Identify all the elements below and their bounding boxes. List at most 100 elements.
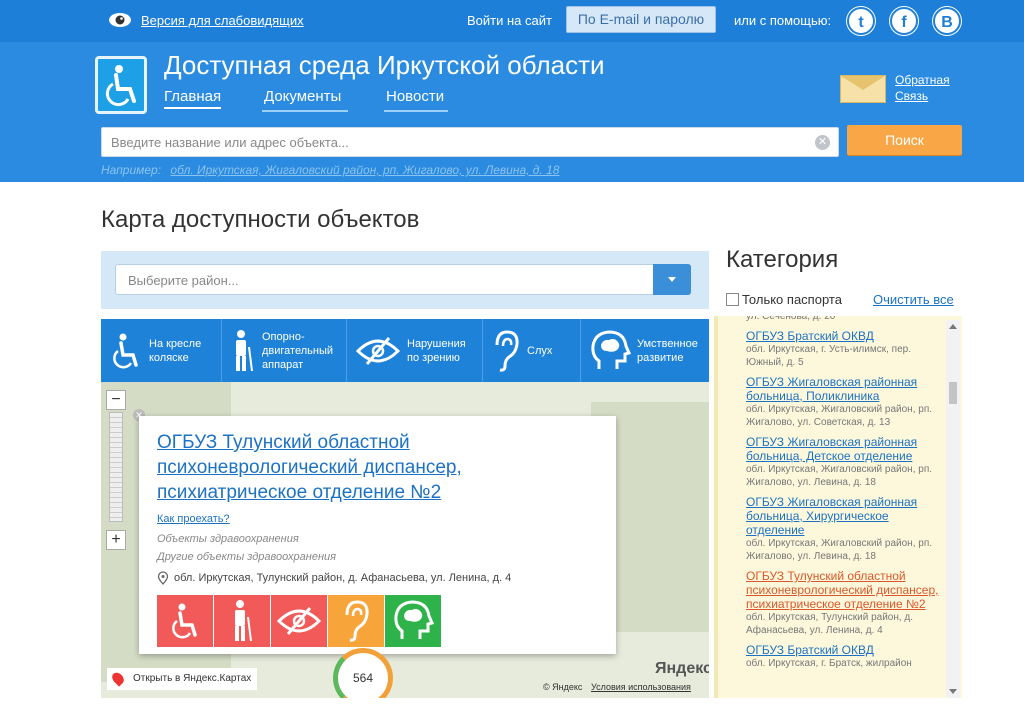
list-item: ОГБУЗ Братский ОКВД обл. Иркутская, г. Ус… [746,329,946,369]
category-mental[interactable]: Умственное развитие [581,319,709,382]
category-label: Опорно-двигательный аппарат [262,330,333,371]
category-label: Нарушения по зрению [407,337,466,364]
accessibility-wheelchair [157,595,213,647]
social-login-label: или с помощью: [734,13,832,28]
chevron-down-icon[interactable] [653,264,691,295]
terms-of-use-link[interactable]: Условия использования [591,682,691,692]
location-pin-icon [157,571,169,585]
nav-underline [262,110,348,112]
example-value-link[interactable]: обл. Иркутская, Жигаловский район, рп. Ж… [170,163,559,177]
list-item-title-link[interactable]: ОГБУЗ Жигаловская районная больница, Пол… [746,375,946,403]
object-list: ул. Сеченова, д. 20 ОГБУЗ Братский ОКВД об… [714,316,962,698]
login-label: Войти на сайт [467,13,552,28]
nav-underline [384,110,448,112]
category-label: На кресле коляске [149,337,202,364]
district-placeholder: Выберите район... [128,273,239,288]
category-vision[interactable]: Нарушения по зрению [347,319,483,382]
list-item: ОГБУЗ Жигаловская районная больница, Хир… [746,495,946,563]
scroll-down-icon[interactable] [949,689,957,694]
head-brain-icon [591,329,631,369]
popup-object-title[interactable]: ОГБУЗ Тулунский областной психоневрологи… [157,430,557,505]
list-item-title-link[interactable]: ОГБУЗ Братский ОКВД [746,329,946,343]
wheelchair-icon [172,603,197,639]
ear-icon [345,600,369,642]
zoom-out-button[interactable]: − [106,390,126,410]
email-login-button[interactable]: По E-mail и паролю [566,6,716,33]
example-label: Например: [101,163,162,177]
category-label: Слух [527,344,553,357]
list-item-address: обл. Иркутская, г. Братск, жилрайон [746,658,912,669]
list-item-title-link[interactable]: ОГБУЗ Жигаловская районная больница, Дет… [746,435,946,463]
list-item: ОГБУЗ Братский ОКВД обл. Иркутская, г. Бр… [746,643,946,670]
object-list-scrollbar[interactable] [946,320,960,698]
category-wheelchair[interactable]: На кресле коляске [101,319,222,382]
mail-icon[interactable] [840,75,886,103]
list-item: ОГБУЗ Жигаловская районная больница, Дет… [746,435,946,489]
category-label: Умственное развитие [637,337,698,364]
only-passports-checkbox[interactable] [726,293,739,306]
list-item-address: обл. Иркутская, г. Усть-илимск, пер. Южн… [746,344,911,368]
nav-home[interactable]: Главная [164,88,222,109]
category-hearing[interactable]: Слух [483,319,581,382]
accessibility-mental [385,595,441,647]
scroll-up-icon[interactable] [949,324,957,329]
zoom-in-button[interactable]: + [106,530,126,550]
map-view[interactable]: − + ✕ ОГБУЗ Тулунский областной психонев… [101,382,709,698]
list-item: ОГБУЗ Тулунский областной психоневрологи… [746,569,946,637]
popup-subcategory: Другие объекты здравоохранения [157,551,336,563]
twitter-icon[interactable]: t [847,7,875,35]
list-item: ОГБУЗ Жигаловская районная больница, Пол… [746,375,946,429]
site-logo[interactable] [95,56,147,114]
nav-documents[interactable]: Документы [264,88,341,105]
facebook-icon[interactable]: f [890,7,918,35]
vision-impaired-icon [355,336,401,365]
wheelchair-icon [105,65,136,107]
nav-news[interactable]: Новости [386,88,444,105]
list-item-address: обл. Иркутская, Жигаловский район, рп. Ж… [746,464,933,488]
category-title: Категория [726,246,839,273]
clear-all-link[interactable]: Очистить все [873,292,954,307]
popup-address-text: обл. Иркутская, Тулунский район, д. Афан… [174,572,512,584]
district-select[interactable]: Выберите район... [115,264,691,295]
map-pin-icon [109,670,127,687]
list-item-title-link[interactable]: ОГБУЗ Жигаловская районная больница, Хир… [746,495,946,537]
scroll-thumb[interactable] [949,382,957,404]
list-item-address: ул. Сеченова, д. 20 [746,316,836,322]
page-title: Карта доступности объектов [101,206,420,233]
accessibility-vision [271,595,327,647]
open-in-yandex-maps-link[interactable]: Открыть в Яндекс.Картах [107,668,257,690]
search-placeholder: Введите название или адрес объекта... [111,135,349,150]
list-item: ул. Сеченова, д. 20 [746,316,946,323]
wheelchair-icon [113,333,138,368]
map-copyright: © Яндекс [543,682,583,692]
walking-cane-icon [236,329,253,371]
popup-category: Объекты здравоохранения [157,533,299,545]
disability-categories: На кресле коляске Опорно-двигательный ап… [101,319,709,382]
vkontakte-icon[interactable]: В [933,7,961,35]
popup-address: обл. Иркутская, Тулунский район, д. Афан… [157,571,598,585]
top-bar: Версия для слабовидящих Войти на сайт По… [0,0,1024,42]
low-vision-version-link[interactable]: Версия для слабовидящих [141,13,304,28]
feedback-link[interactable]: Обратная Связь [895,72,965,104]
list-item-title-link[interactable]: ОГБУЗ Братский ОКВД [746,643,946,657]
walking-cane-icon [235,600,252,642]
clear-search-icon[interactable]: ✕ [815,135,830,150]
route-link[interactable]: Как проехать? [157,513,598,525]
vision-impaired-icon [276,607,322,635]
search-button[interactable]: Поиск [847,125,962,155]
cluster-marker[interactable]: 564 [333,648,393,698]
only-passports-label: Только паспорта [742,292,842,307]
site-title: Доступная среда Иркутской области [164,50,605,80]
yandex-logo: Яндекс [655,660,709,677]
list-item-address: обл. Иркутская, Жигаловский район, рп. Ж… [746,538,933,562]
list-item-title-link[interactable]: ОГБУЗ Тулунский областной психоневрологи… [746,569,946,611]
accessibility-hearing [328,595,384,647]
site-header: Доступная среда Иркутской области Главна… [0,42,1024,182]
zoom-slider[interactable] [109,412,123,522]
eye-icon [109,13,131,27]
search-input[interactable]: Введите название или адрес объекта... ✕ [101,127,839,157]
category-mobility[interactable]: Опорно-двигательный аппарат [222,319,347,382]
list-item-address: обл. Иркутская, Жигаловский район, рп. Ж… [746,404,933,428]
head-brain-icon [394,600,434,639]
only-passports-filter[interactable]: Только паспорта [726,292,842,307]
